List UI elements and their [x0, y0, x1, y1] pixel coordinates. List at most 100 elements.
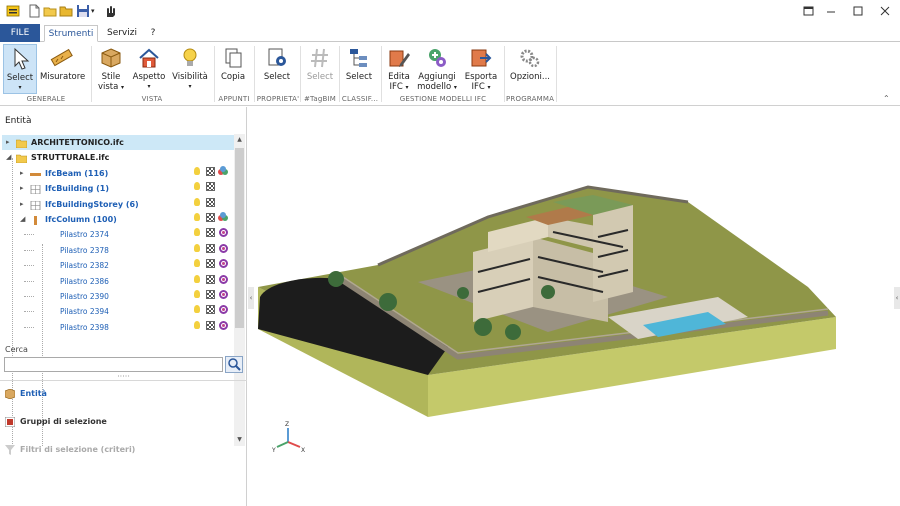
open-folder-icon[interactable] — [43, 4, 57, 18]
edita-ifc-button[interactable]: Edita IFC ▾ — [385, 44, 413, 94]
building-icon — [30, 184, 41, 195]
collapse-arrow-icon[interactable]: ◢ — [6, 150, 11, 165]
scroll-thumb[interactable] — [235, 148, 244, 328]
chevron-down-icon: ▾ — [147, 83, 151, 90]
close-icon[interactable] — [876, 3, 894, 19]
tree-node[interactable]: ▸ IfcBuilding (1) — [2, 181, 234, 196]
visibility-bulb-icon[interactable] — [194, 198, 200, 206]
select-tool-button[interactable]: Select ▾ — [3, 44, 37, 94]
aggiungi-modello-button[interactable]: Aggiungi modello ▾ — [416, 44, 458, 94]
tree-node[interactable]: ▸ IfcBeam (116) — [2, 166, 234, 181]
tab-strumenti[interactable]: Strumenti — [44, 25, 98, 42]
tree-leaf-item[interactable]: Pilastro 2378 — [2, 243, 234, 258]
transparency-icon[interactable] — [206, 182, 215, 191]
touch-mode-icon[interactable] — [102, 4, 116, 18]
group-label-appunti: APPUNTI — [218, 95, 250, 103]
new-file-icon[interactable] — [27, 4, 41, 18]
transparency-icon[interactable] — [206, 321, 215, 330]
aspetto-button[interactable]: Aspetto ▾ — [131, 44, 167, 94]
visibility-bulb-icon[interactable] — [194, 167, 200, 175]
dropdown-icon[interactable]: ▾ — [91, 4, 99, 18]
tree-leaf-item[interactable]: Pilastro 2398 — [2, 320, 234, 335]
tree-connector — [38, 277, 49, 286]
visibility-bulb-icon[interactable] — [194, 305, 200, 313]
tree-branch-line — [24, 265, 34, 266]
tree-leaf-item[interactable]: Pilastro 2394 — [2, 304, 234, 319]
color-target-icon[interactable] — [219, 275, 228, 284]
maximize-icon[interactable] — [849, 3, 867, 19]
tree-scrollbar[interactable]: ▲ ▼ — [234, 134, 245, 446]
misuratore-button[interactable]: Misuratore — [40, 44, 85, 94]
group-separator — [300, 46, 301, 102]
transparency-icon[interactable] — [206, 198, 215, 207]
color-target-icon[interactable] — [219, 290, 228, 299]
visibility-bulb-icon[interactable] — [194, 275, 200, 283]
search-input[interactable] — [4, 357, 223, 372]
restore-icon[interactable] — [800, 3, 818, 19]
app-menu-icon[interactable] — [6, 4, 20, 18]
transparency-icon[interactable] — [206, 275, 215, 284]
expand-arrow-icon[interactable]: ▸ — [20, 166, 24, 181]
visibility-bulb-icon[interactable] — [194, 259, 200, 267]
transparency-icon[interactable] — [206, 228, 215, 237]
tree-node[interactable]: ▸ IfcBuildingStorey (6) — [2, 197, 234, 212]
transparency-icon[interactable] — [206, 167, 215, 176]
transparency-icon[interactable] — [206, 259, 215, 268]
search-button[interactable] — [225, 356, 243, 373]
copia-button[interactable]: Copia — [218, 44, 248, 94]
color-palette-icon[interactable] — [218, 212, 228, 222]
expand-arrow-icon[interactable]: ▸ — [20, 181, 24, 196]
stile-vista-button[interactable]: Stile vista ▾ — [95, 44, 127, 94]
color-target-icon[interactable] — [219, 259, 228, 268]
select-classif-button[interactable]: Select — [343, 44, 375, 94]
tree-node[interactable]: ◢ IfcColumn (100) — [2, 212, 234, 227]
color-palette-icon[interactable] — [218, 166, 228, 176]
color-target-icon[interactable] — [219, 305, 228, 314]
collapse-arrow-icon[interactable]: ◢ — [20, 212, 25, 227]
visibility-bulb-icon[interactable] — [194, 290, 200, 298]
expand-arrow-icon[interactable]: ▸ — [6, 135, 10, 150]
scroll-down-icon[interactable]: ▼ — [234, 434, 245, 446]
collapse-ribbon-icon[interactable]: ⌃ — [883, 94, 890, 103]
opzioni-button[interactable]: Opzioni... — [510, 44, 550, 94]
select-tagbim-button[interactable]: Select — [304, 44, 336, 94]
ribbon-tabs: FILE Strumenti Servizi ? — [0, 24, 900, 42]
visibility-bulb-icon[interactable] — [194, 244, 200, 252]
scroll-up-icon[interactable]: ▲ — [234, 134, 245, 146]
visibility-bulb-icon[interactable] — [194, 182, 200, 190]
tree-leaf-item[interactable]: Pilastro 2386 — [2, 274, 234, 289]
nav-filtri-label: Filtri di selezione (criteri) — [20, 445, 136, 454]
visibility-bulb-icon[interactable] — [194, 321, 200, 329]
visibilita-button[interactable]: Visibilità ▾ — [171, 44, 209, 94]
transparency-icon[interactable] — [206, 213, 215, 222]
tab-help[interactable]: ? — [146, 25, 160, 42]
select-proprieta-button[interactable]: Select — [260, 44, 294, 94]
tree-node[interactable]: ◢ STRUTTURALE.ifc — [2, 150, 234, 165]
ifc-model-render[interactable]: Z X Y — [248, 107, 900, 506]
color-target-icon[interactable] — [219, 228, 228, 237]
color-target-icon[interactable] — [219, 321, 228, 330]
esporta-ifc-button[interactable]: Esporta IFC ▾ — [462, 44, 500, 94]
tree-leaf-item[interactable]: Pilastro 2382 — [2, 258, 234, 273]
tree-leaf-item[interactable]: Pilastro 2374 — [2, 227, 234, 242]
expand-arrow-icon[interactable]: ▸ — [20, 197, 24, 212]
minimize-icon[interactable] — [822, 3, 840, 19]
select-proprieta-label: Select — [263, 72, 291, 82]
transparency-icon[interactable] — [206, 244, 215, 253]
cube-style-icon — [98, 46, 124, 70]
transparency-icon[interactable] — [206, 305, 215, 314]
tree-node[interactable]: ▸ ARCHITETTONICO.ifc — [2, 135, 234, 150]
group-separator — [214, 46, 215, 102]
tree-leaf-item[interactable]: Pilastro 2390 — [2, 289, 234, 304]
visibility-bulb-icon[interactable] — [194, 213, 200, 221]
add-model-icon — [424, 46, 450, 70]
tab-servizi[interactable]: Servizi — [102, 25, 142, 42]
tab-file[interactable]: FILE — [0, 24, 40, 42]
splitter-grip[interactable]: ····· — [0, 373, 247, 381]
visibility-bulb-icon[interactable] — [194, 228, 200, 236]
save-icon[interactable] — [76, 4, 90, 18]
folder-icon[interactable] — [59, 4, 73, 18]
3d-viewport[interactable]: ‹ ‹ Z X Y — [248, 107, 900, 506]
color-target-icon[interactable] — [219, 244, 228, 253]
transparency-icon[interactable] — [206, 290, 215, 299]
